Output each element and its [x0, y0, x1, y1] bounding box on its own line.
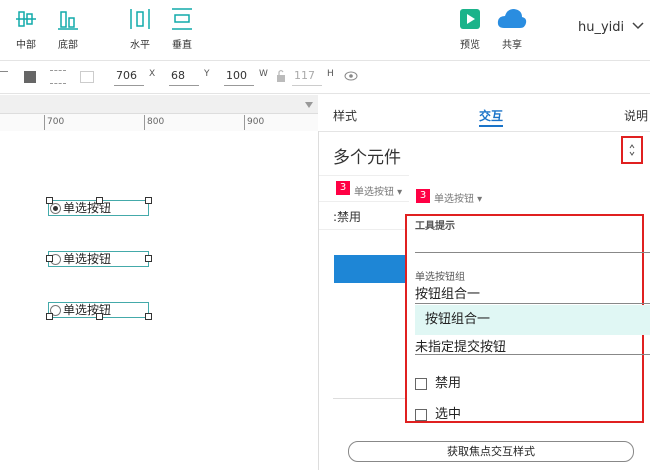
height-field[interactable]: 117: [292, 67, 322, 86]
align-middle-icon: [16, 11, 36, 27]
play-icon: [460, 9, 480, 29]
radio-checked-icon: [50, 203, 61, 214]
align-bottom-button[interactable]: 底部: [46, 6, 90, 51]
count-badge: 3: [336, 181, 350, 195]
ruler-tick-label: 900: [247, 117, 265, 127]
main-toolbar: 中部 底部 水平 垂直 预览 共享 hu_yidi: [0, 0, 650, 61]
border-style-icon[interactable]: [50, 70, 66, 84]
element-type-selector[interactable]: 单选按钮 ▾: [434, 190, 482, 205]
radio-label: 单选按钮: [63, 252, 112, 266]
resize-handle[interactable]: [46, 197, 53, 204]
align-bottom-icon: [58, 11, 78, 30]
distribute-vertical-label: 垂直: [172, 40, 192, 51]
expand-arrows-icon: [629, 144, 635, 156]
ruler-tick-label: 800: [147, 117, 165, 127]
tab-style[interactable]: 样式: [333, 107, 357, 124]
x-unit-label: X: [149, 69, 156, 79]
checkbox-label: 禁用: [435, 376, 462, 391]
width-unit-label: W: [259, 69, 268, 79]
distribute-horizontal-button[interactable]: 水平: [118, 6, 162, 51]
element-type-selector[interactable]: 单选按钮 ▾: [354, 183, 402, 198]
user-menu[interactable]: hu_yidi: [578, 20, 644, 35]
line-style-icon[interactable]: [0, 71, 8, 72]
chevron-down-icon: [632, 22, 644, 30]
resize-handle[interactable]: [46, 313, 53, 320]
disabled-state-label: :禁用: [333, 210, 362, 224]
active-tab-indicator: [479, 125, 503, 127]
divider: [333, 398, 405, 399]
suggestion-option-label: 按钮组合一: [425, 312, 491, 327]
panel-title: 多个元件: [333, 148, 401, 168]
canvas-ruler: 700 800 900: [0, 95, 318, 132]
lock-icon[interactable]: [276, 69, 286, 83]
username: hu_yidi: [578, 20, 625, 35]
checkbox[interactable]: [415, 377, 427, 390]
height-unit-label: H: [327, 69, 334, 79]
resize-handle[interactable]: [46, 255, 53, 262]
align-middle-label: 中部: [16, 40, 36, 51]
resize-handle[interactable]: [145, 255, 152, 262]
radio-widget[interactable]: 单选按钮: [48, 251, 149, 267]
disable-checkbox-row[interactable]: 禁用: [415, 372, 461, 391]
preview-label: 预览: [460, 40, 480, 51]
divider: [319, 175, 409, 176]
align-bottom-label: 底部: [58, 40, 78, 51]
width-field[interactable]: 100: [224, 67, 254, 86]
resize-handle[interactable]: [145, 313, 152, 320]
property-bar: 706 X 68 Y 100 W 117 H: [0, 61, 650, 94]
focus-style-button[interactable]: 获取焦点交互样式: [348, 441, 634, 462]
cloud-icon: [497, 9, 527, 28]
ruler-tick: [44, 115, 45, 130]
divider: [319, 201, 409, 202]
tab-interaction[interactable]: 交互: [479, 107, 503, 124]
distribute-vertical-button[interactable]: 垂直: [160, 6, 204, 51]
collapse-arrow-icon[interactable]: [304, 101, 314, 109]
ruler-tick-label: 700: [47, 117, 65, 127]
fill-color-icon[interactable]: [24, 71, 36, 83]
count-badge: 3: [416, 189, 430, 203]
resize-handle[interactable]: [96, 313, 103, 320]
expand-toggle-button[interactable]: [621, 136, 643, 164]
properties-popover: 工具提示 单选按钮组 按钮组合一 按钮组合一 未指定提交按钮 禁用 选中: [405, 214, 650, 423]
x-field[interactable]: 706: [114, 67, 144, 86]
corner-icon[interactable]: [80, 71, 94, 83]
tooltip-input[interactable]: [415, 232, 650, 253]
resize-handle[interactable]: [145, 197, 152, 204]
ruler-tick: [244, 115, 245, 130]
tab-notes[interactable]: 说明: [624, 107, 648, 124]
suggestion-option[interactable]: 按钮组合一: [415, 305, 650, 335]
share-button[interactable]: 共享: [490, 6, 534, 51]
align-middle-button[interactable]: 中部: [4, 6, 48, 51]
distribute-horizontal-icon: [130, 9, 150, 29]
y-field[interactable]: 68: [169, 67, 199, 86]
tooltip-label: 工具提示: [415, 221, 455, 232]
design-canvas[interactable]: 单选按钮 单选按钮 单选按钮: [0, 131, 319, 470]
select-checkbox-row[interactable]: 选中: [415, 403, 461, 422]
submit-button-select[interactable]: 未指定提交按钮: [415, 336, 650, 355]
distribute-vertical-icon: [172, 8, 192, 30]
checkbox[interactable]: [415, 408, 427, 421]
radio-group-label: 单选按钮组: [415, 272, 465, 283]
ruler-tick: [144, 115, 145, 130]
divider: [319, 131, 650, 132]
preview-button[interactable]: 预览: [448, 6, 492, 51]
eye-icon[interactable]: [344, 71, 358, 81]
divider: [319, 229, 409, 230]
radio-group-input[interactable]: 按钮组合一: [415, 283, 650, 304]
radio-label: 单选按钮: [63, 201, 112, 215]
share-label: 共享: [502, 40, 522, 51]
radio-label: 单选按钮: [63, 303, 112, 317]
checkbox-label: 选中: [435, 407, 462, 422]
distribute-horizontal-label: 水平: [130, 40, 150, 51]
y-unit-label: Y: [204, 69, 210, 79]
add-interaction-button[interactable]: [334, 255, 406, 283]
resize-handle[interactable]: [96, 197, 103, 204]
